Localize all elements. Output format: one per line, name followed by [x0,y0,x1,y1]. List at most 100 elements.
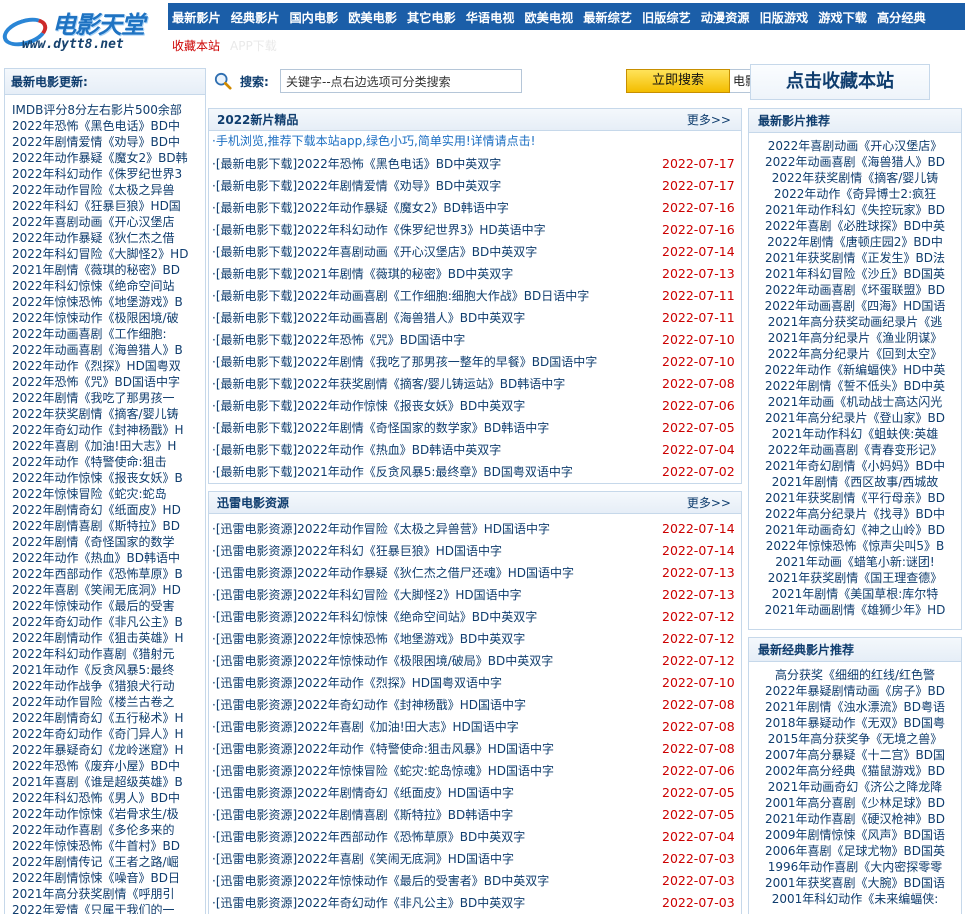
xunlei-resource-row-link[interactable]: ·[迅雷电影资源]2022年剧情奇幻《纸面皮》HD国语中字 [212,782,652,804]
nav-item[interactable]: 经典影片 [231,8,280,26]
classic-item[interactable]: 2021年动作喜剧《硬汉枪神》BD [749,811,961,827]
recommended-item[interactable]: 2022年动画喜剧《青春变形记》 [749,442,961,458]
latest-update-item[interactable]: 2022年动作战争《猎狼犬行动 [12,678,204,694]
latest-update-item[interactable]: 2022年获奖剧情《摘客/婴儿铸 [12,406,204,422]
classic-item[interactable]: 2022年暴疑剧情动画《房子》BD [749,683,961,699]
xunlei-resource-row-link[interactable]: ·[迅雷电影资源]2022年西部动作《恐怖草原》BD中英双字 [212,826,652,848]
latest-update-item[interactable]: 2022年奇幻动作《封神杨戬》H [12,422,204,438]
nav-item[interactable]: 国内电影 [290,8,339,26]
latest-update-item[interactable]: 2022年动作惊悚《报丧女妖》B [12,470,204,486]
classic-item[interactable]: 2001年科幻动作《未来编蝠侠: [749,891,961,907]
latest-update-item[interactable]: 2022年动画喜剧《海兽猎人》B [12,342,204,358]
app-promo-link[interactable]: ·手机浏览,推荐下载本站app,绿色小巧,简单实用!详情请点击! [209,131,741,151]
new-release-row-link[interactable]: ·[最新电影下载]2022年动作《热血》BD韩语中英双字 [212,439,652,461]
recommended-item[interactable]: 2021年奇幻剧情《小妈妈》BD中 [749,458,961,474]
recommended-item[interactable]: 2022年喜剧《必胜球探》BD中英 [749,218,961,234]
latest-update-item[interactable]: 2022年喜剧动画《开心汉堡店 [12,214,204,230]
nav-item[interactable]: 最新综艺 [583,8,632,26]
latest-update-item[interactable]: 2021年高分获奖剧情《呼朋引 [12,886,204,902]
new-release-row-link[interactable]: ·[最新电影下载]2022年喜剧动画《开心汉堡店》BD中英双字 [212,241,652,263]
recommended-item[interactable]: 2021年高分纪录片《登山家》BD [749,410,961,426]
recommended-item[interactable]: 2021年科幻冒险《沙丘》BD国英 [749,266,961,282]
new-release-row-link[interactable]: ·[最新电影下载]2022年动画喜剧《海兽猎人》BD中英双字 [212,307,652,329]
nav-item[interactable]: 动漫资源 [701,8,750,26]
classic-item[interactable]: 2001年高分喜剧《少林足球》BD [749,795,961,811]
xunlei-resource-row-link[interactable]: ·[迅雷电影资源]2022年奇幻动作《非凡公主》BD中英双字 [212,892,652,914]
latest-update-item[interactable]: 2021年剧情《薇琪的秘密》BD [12,262,204,278]
xunlei-resource-row-link[interactable]: ·[迅雷电影资源]2022年动作冒险《太极之异兽营》HD国语中字 [212,518,652,540]
new-release-row-link[interactable]: ·[最新电影下载]2022年恐怖《咒》BD国语中字 [212,329,652,351]
xunlei-resource-row-link[interactable]: ·[迅雷电影资源]2022年动作暴疑《狄仁杰之借尸还魂》HD国语中字 [212,562,652,584]
latest-update-item[interactable]: 2022年奇幻动作《奇门异人》H [12,726,204,742]
latest-update-item[interactable]: 2022年科幻恐怖《男人》BD中 [12,790,204,806]
classic-item[interactable]: 2002年高分经典《猫鼠游戏》BD [749,763,961,779]
latest-update-item[interactable]: 2022年剧情《奇怪国家的数学 [12,534,204,550]
xunlei-resource-row-link[interactable]: ·[迅雷电影资源]2022年惊悚恐怖《地堡游戏》BD中英双字 [212,628,652,650]
new-release-row-link[interactable]: ·[最新电影下载]2022年科幻动作《侏罗纪世界3》HD英语中字 [212,219,652,241]
latest-update-item[interactable]: 2022年科幻冒险《大脚怪2》HD [12,246,204,262]
recommended-item[interactable]: 2021年获奖剧情《国王理查德》 [749,570,961,586]
latest-update-item[interactable]: 2022年惊悚动作《最后的受害 [12,598,204,614]
latest-update-item[interactable]: 2022年暴疑奇幻《龙岭迷窟》H [12,742,204,758]
recommended-item[interactable]: 2022年惊悚恐怖《惊声尖叫5》B [749,538,961,554]
recommended-item[interactable]: 2022年高分纪录片《找寻》BD中 [749,506,961,522]
xunlei-resource-row-link[interactable]: ·[迅雷电影资源]2022年动作《烈探》HD国粤双语中字 [212,672,652,694]
latest-update-item[interactable]: 2022年剧情《我吃了那男孩一 [12,390,204,406]
latest-update-item[interactable]: 2022年惊悚动作《极限困境/破 [12,310,204,326]
nav-item[interactable]: 最新影片 [172,8,221,26]
classic-item[interactable]: 高分获奖《细细的红线/红色警 [749,667,961,683]
recommended-item[interactable]: 2022年喜剧动画《开心汉堡店》 [749,138,961,154]
latest-update-item[interactable]: 2022年剧情爱情《劝导》BD中 [12,134,204,150]
new-release-row-link[interactable]: ·[最新电影下载]2022年恐怖《黑色电话》BD中英双字 [212,153,652,175]
latest-update-item[interactable]: 2022年喜剧《笑闹无底洞》HD [12,582,204,598]
recommended-item[interactable]: 2022年动画喜剧《海兽猎人》BD [749,154,961,170]
bookmark-site-button[interactable]: 点击收藏本站 [750,64,930,100]
latest-update-item[interactable]: 2022年动作《烈探》HD国粤双 [12,358,204,374]
xunlei-resources-more-link[interactable]: 更多>> [687,492,731,514]
site-logo[interactable]: 电影天堂 www.dytt8.net [0,3,168,59]
xunlei-resource-row-link[interactable]: ·[迅雷电影资源]2022年科幻惊悚《绝命空间站》BD中英双字 [212,606,652,628]
search-button[interactable]: 立即搜索 [626,69,730,93]
recommended-item[interactable]: 2022年高分纪录片《回到太空》 [749,346,961,362]
recommended-item[interactable]: 2021年动画剧情《雄狮少年》HD [749,602,961,618]
classic-item[interactable]: 2001年获奖喜剧《大腕》BD国语 [749,875,961,891]
new-release-row-link[interactable]: ·[最新电影下载]2022年获奖剧情《摘客/婴儿铸运站》BD韩语中字 [212,373,652,395]
xunlei-resource-row-link[interactable]: ·[迅雷电影资源]2022年喜剧《加油!田大志》HD国语中字 [212,716,652,738]
latest-update-item[interactable]: 2022年动作喜剧《多伦多来的 [12,822,204,838]
latest-update-item[interactable]: 2022年恐怖《黑色电话》BD中 [12,118,204,134]
recommended-item[interactable]: 2021年剧情《美国草根:库尔特 [749,586,961,602]
search-input[interactable] [280,69,522,93]
recommended-item[interactable]: 2021年动作科幻《蛆蚨侠:英雄 [749,426,961,442]
classic-item[interactable]: 2015年高分获奖争《无境之兽》 [749,731,961,747]
new-release-row-link[interactable]: ·[最新电影下载]2022年动画喜剧《工作细胞:细胞大作战》BD日语中字 [212,285,652,307]
latest-update-item[interactable]: 2022年动作冒险《楼兰古卷之 [12,694,204,710]
xunlei-resource-row-link[interactable]: ·[迅雷电影资源]2022年科幻《狂暴巨狼》HD国语中字 [212,540,652,562]
nav-item[interactable]: 游戏下载 [818,8,867,26]
latest-update-item[interactable]: 2022年动作《热血》BD韩语中 [12,550,204,566]
nav-item[interactable]: 旧版综艺 [642,8,691,26]
nav-item[interactable]: 欧美电视 [525,8,574,26]
xunlei-resource-row-link[interactable]: ·[迅雷电影资源]2022年惊悚动作《极限困境/破局》BD中英双字 [212,650,652,672]
recommended-item[interactable]: 2021年高分纪录片《渔业阴谋》 [749,330,961,346]
latest-update-item[interactable]: 2022年爱情《只属于我们的一 [12,902,204,914]
recommended-item[interactable]: 2021年剧情《西区故事/西城故 [749,474,961,490]
recommended-item[interactable]: 2021年高分获奖动画纪录片《逃 [749,314,961,330]
latest-update-item[interactable]: 2022年科幻《狂暴巨狼》HD国 [12,198,204,214]
xunlei-resource-row-link[interactable]: ·[迅雷电影资源]2022年惊悚动作《最后的受害者》BD中英双字 [212,870,652,892]
latest-update-item[interactable]: 2022年剧情传记《王者之路/崛 [12,854,204,870]
latest-update-item[interactable]: 2022年剧情动作《狙击英雄》H [12,630,204,646]
new-release-row-link[interactable]: ·[最新电影下载]2022年动作惊悚《报丧女妖》BD中英双字 [212,395,652,417]
latest-update-item[interactable]: 2022年动作惊悚《岩骨求生/极 [12,806,204,822]
latest-update-item[interactable]: 2021年喜剧《谁是超级英雄》B [12,774,204,790]
recommended-item[interactable]: 2022年动画喜剧《四海》HD国语 [749,298,961,314]
xunlei-resource-row-link[interactable]: ·[迅雷电影资源]2022年喜剧《笑闹无底洞》HD国语中字 [212,848,652,870]
new-release-row-link[interactable]: ·[最新电影下载]2022年剧情爱情《劝导》BD中英双字 [212,175,652,197]
latest-update-item[interactable]: 2022年动作《特警使命:狙击 [12,454,204,470]
nav-item[interactable]: 欧美电影 [348,8,397,26]
classic-item[interactable]: 1996年动作喜剧《大内密探零零 [749,859,961,875]
classic-item[interactable]: 2021年动画奇幻《济公之降龙降 [749,779,961,795]
app-download-link[interactable]: APP下载 [230,37,277,54]
latest-update-item[interactable]: 2022年奇幻动作《非凡公主》B [12,614,204,630]
latest-update-item[interactable]: IMDB评分8分左右影片500余部 [12,102,204,118]
classic-item[interactable]: 2018年暴疑动作《无双》BD国粤 [749,715,961,731]
